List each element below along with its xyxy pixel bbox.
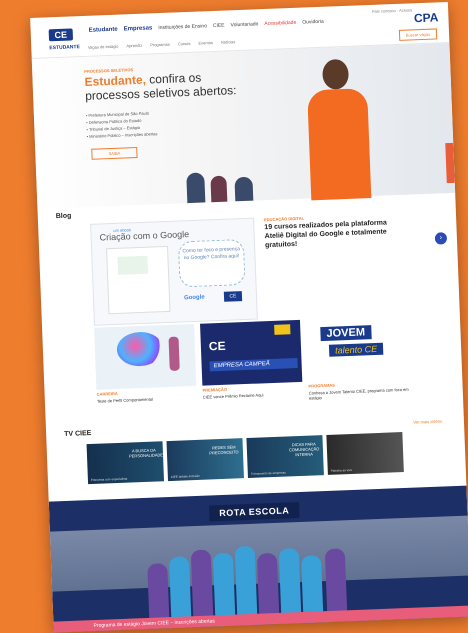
hero-banner: PROCESSOS SELETIVOS Estudante, confira o… [31,42,456,209]
side-feedback-tab[interactable] [445,142,455,184]
nav-item-instituicoes[interactable]: Instituições de Ensino [158,23,207,31]
hero-title: Estudante, confira os processos seletivo… [84,70,237,103]
article-title[interactable]: 19 cursos realizados pela plataforma Ate… [264,218,405,250]
video-thumbnail[interactable]: A BUSCA DA PERSONALIDADE Entrevista com e… [86,441,165,485]
tv-more-link[interactable]: Ver mais vídeos [413,419,442,425]
subnav-item[interactable]: Aprendiz [126,42,142,48]
nav-item-estudante[interactable]: Estudante [89,27,118,34]
subnav-item[interactable]: Notícias [221,39,236,45]
main-nav: Estudante Empresas Instituições de Ensin… [89,19,324,34]
hero-cta-button[interactable]: SAIBA [91,147,138,160]
nav-item-ciee[interactable]: CIEE [213,23,225,29]
hero-list-item[interactable]: • Ministério Público – Inscrições aberta… [87,131,158,139]
rota-escola-title: ROTA ESCOLA [208,502,300,522]
ciee-badge: CE [223,291,243,302]
blog-card-caption[interactable]: PREMIAÇÃO CIEE vence Prêmio Reclame Aqui [202,384,302,400]
subnav-item[interactable]: Eventos [198,40,213,46]
laptop-illustration [106,245,171,315]
nav-item-acessibilidade[interactable]: Acessibilidade [264,20,296,27]
feature-title: Criação com o Google [99,229,190,243]
subnav-item[interactable]: Vagas de estágio [88,43,119,49]
video-thumbnail[interactable]: Palestra ao vivo [326,432,404,475]
hero-background-students [185,140,267,204]
subnav-item[interactable]: Programas [150,41,170,47]
next-arrow-icon[interactable]: › [434,232,448,245]
blog-heading: Blog [55,212,72,221]
video-thumbnail[interactable]: REDES SEM PRECONCEITO CIEE debate inclusã… [166,438,244,482]
subnav-lead[interactable]: ESTUDANTE [49,44,80,51]
hero-list: • Prefeitura Municipal de São Paulo • De… [86,108,158,141]
trophy-icon [274,324,291,335]
sub-nav: ESTUDANTE Vagas de estágio Aprendiz Prog… [49,38,236,52]
google-logo: Google [183,294,205,302]
video-thumbnail[interactable]: DICAS PARA COMUNICAÇÃO INTERNA Treinament… [246,435,324,479]
nav-item-ouvidoria[interactable]: Ouvidoria [302,19,324,26]
blog-card-caption[interactable]: PROGRAMAS Conheça o Jovem Talento CIEE, p… [308,380,409,401]
blog-card-image[interactable] [94,323,197,390]
subnav-item[interactable]: Cursos [178,40,191,45]
nav-item-empresas[interactable]: Empresas [124,25,153,32]
top-links[interactable]: Fale conosco · Acesso [372,7,412,14]
blog-card-image[interactable]: CE EMPRESA CAMPEÃ [200,319,303,386]
blog-card-caption[interactable]: CARREIRA Teste de Perfil Comportamental [97,388,197,404]
buscar-vagas-button[interactable]: Buscar vagas [398,28,438,41]
tv-heading: TV CIEE [64,429,92,439]
nav-item-voluntariado[interactable]: Voluntariado [230,21,258,28]
speech-cloud: Como ter foco e presença no Google? Conf… [177,238,246,288]
rota-escola-banner[interactable]: ROTA ESCOLA Programa de estágio Jovem CI… [48,485,468,633]
blog-card-image[interactable]: JOVEM talento CE [305,315,409,382]
hero-student-image [300,58,375,201]
blog-featured-image[interactable]: um ebook Criação com o Google Como ter f… [90,217,258,326]
website-page: CE Estudante Empresas Instituições de En… [30,1,468,633]
ciee-logo[interactable]: CE [48,28,74,42]
brand-logo[interactable]: CPA [414,10,439,25]
